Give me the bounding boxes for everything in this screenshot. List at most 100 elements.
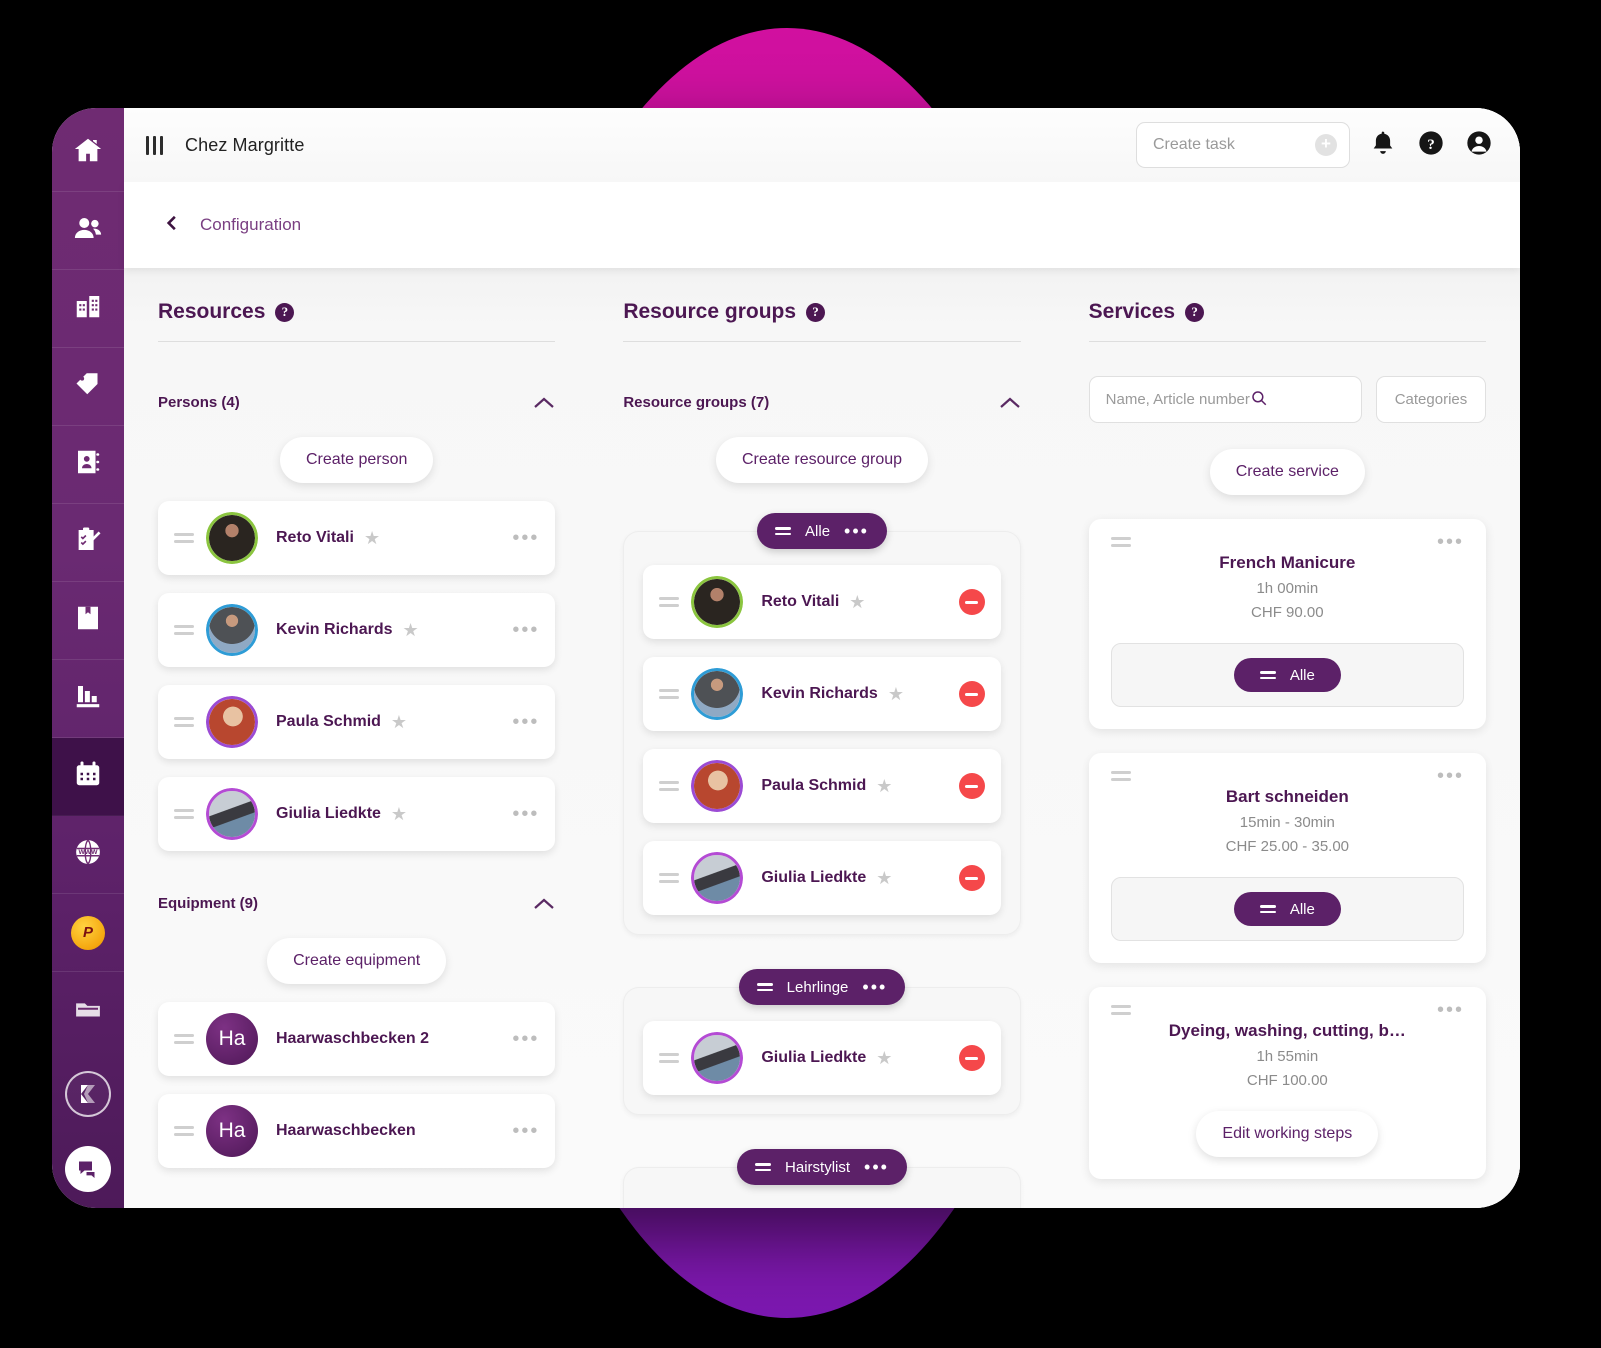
create-service-button[interactable]: Create service (1209, 449, 1365, 495)
service-group-slot[interactable]: Alle (1110, 643, 1464, 707)
service-group-slot[interactable]: Alle (1110, 877, 1464, 941)
help-button[interactable]: ? (1416, 130, 1446, 160)
more-horizontal-icon[interactable]: ••• (1437, 1000, 1464, 1020)
question-circle-icon[interactable]: ? (1185, 302, 1205, 322)
list-item[interactable]: Ha Haarwaschbecken ••• (158, 1094, 556, 1168)
group-tag[interactable]: Alle ••• (757, 513, 887, 549)
drag-handle-icon[interactable] (174, 717, 194, 727)
chevron-up-icon[interactable] (533, 396, 555, 410)
sidebar-item-pos[interactable]: P (52, 894, 124, 972)
drag-handle-icon[interactable] (1110, 537, 1131, 547)
drag-handle-icon[interactable] (755, 1163, 772, 1171)
breadcrumb[interactable]: Configuration (200, 215, 301, 235)
account-button[interactable] (1464, 130, 1494, 160)
star-icon[interactable]: ★ (876, 1049, 892, 1067)
list-item[interactable]: Paula Schmid ★ ••• (158, 685, 556, 759)
more-horizontal-icon[interactable]: ••• (844, 522, 869, 540)
hamburger-icon[interactable] (146, 135, 163, 155)
chevron-up-icon[interactable] (533, 897, 555, 911)
plus-circle-icon[interactable]: + (1315, 134, 1337, 156)
star-icon[interactable]: ★ (849, 593, 865, 611)
drag-handle-icon[interactable] (174, 533, 194, 543)
more-horizontal-icon[interactable]: ••• (512, 712, 539, 732)
notifications-button[interactable] (1368, 130, 1398, 160)
group-chip[interactable]: Alle (1233, 658, 1341, 692)
sidebar-item-website[interactable]: WWW (52, 816, 124, 894)
star-icon[interactable]: ★ (888, 685, 904, 703)
sidebar-item-home[interactable] (52, 114, 124, 192)
drag-handle-icon[interactable] (756, 983, 773, 991)
create-person-button[interactable]: Create person (279, 437, 434, 483)
drag-handle-icon[interactable] (1259, 905, 1276, 913)
star-icon[interactable]: ★ (391, 713, 407, 731)
edit-working-steps-button[interactable]: Edit working steps (1196, 1111, 1379, 1157)
drag-handle-icon[interactable] (1110, 771, 1131, 781)
sidebar-item-calendar[interactable] (52, 738, 124, 816)
sidebar-item-archive[interactable] (52, 972, 124, 1050)
drag-handle-icon[interactable] (174, 625, 194, 635)
search-input[interactable]: Name, Article number (1088, 376, 1362, 423)
sidebar-item-contacts[interactable] (52, 426, 124, 504)
question-circle-icon[interactable]: ? (275, 302, 295, 322)
sidebar-logo[interactable] (52, 1058, 124, 1130)
group-tag[interactable]: Hairstylist ••• (737, 1149, 907, 1185)
star-icon[interactable]: ★ (391, 805, 407, 823)
sidebar-chat[interactable] (52, 1130, 124, 1208)
more-horizontal-icon[interactable]: ••• (512, 1121, 539, 1141)
star-icon[interactable]: ★ (876, 869, 892, 887)
drag-handle-icon[interactable] (1259, 671, 1276, 679)
drag-handle-icon[interactable] (659, 781, 680, 791)
sidebar-item-reports[interactable] (52, 660, 124, 738)
remove-circle-icon[interactable] (958, 773, 985, 799)
group-tag[interactable]: Lehrlinge ••• (738, 969, 906, 1005)
list-item[interactable]: Reto Vitali ★ ••• (158, 501, 556, 575)
list-item[interactable]: Ha Haarwaschbecken 2 ••• (158, 1002, 556, 1076)
table-row[interactable]: Kevin Richards ★ (643, 657, 1001, 731)
categories-dropdown[interactable]: Categories (1375, 376, 1486, 423)
more-horizontal-icon[interactable]: ••• (1437, 532, 1464, 552)
more-horizontal-icon[interactable]: ••• (864, 1158, 889, 1176)
question-circle-icon[interactable]: ? (806, 302, 826, 322)
drag-handle-icon[interactable] (174, 809, 194, 819)
create-task-input[interactable]: Create task + (1136, 122, 1350, 168)
sidebar-item-customers[interactable] (52, 192, 124, 270)
more-horizontal-icon[interactable]: ••• (512, 528, 539, 548)
drag-handle-icon[interactable] (775, 527, 792, 535)
drag-handle-icon[interactable] (1110, 1005, 1131, 1015)
service-card[interactable]: ••• Dyeing, washing, cutting, b… 1h 55mi… (1088, 987, 1486, 1179)
group-chip[interactable]: Alle (1233, 892, 1341, 926)
star-icon[interactable]: ★ (402, 621, 418, 639)
service-card[interactable]: ••• French Manicure 1h 00min CHF 90.00 A… (1088, 519, 1486, 729)
remove-circle-icon[interactable] (958, 1045, 985, 1071)
more-horizontal-icon[interactable]: ••• (1437, 766, 1464, 786)
section-header-resource-groups[interactable]: Resource groups (7) (623, 394, 1020, 411)
drag-handle-icon[interactable] (659, 1053, 680, 1063)
service-card[interactable]: ••• Bart schneiden 15min - 30min CHF 25.… (1088, 753, 1486, 963)
drag-handle-icon[interactable] (659, 689, 680, 699)
sidebar-item-company[interactable] (52, 270, 124, 348)
list-item[interactable]: Giulia Liedkte ★ ••• (158, 777, 556, 851)
list-item[interactable]: Kevin Richards ★ ••• (158, 593, 556, 667)
create-equipment-button[interactable]: Create equipment (267, 938, 447, 984)
more-horizontal-icon[interactable]: ••• (512, 620, 539, 640)
table-row[interactable]: Paula Schmid ★ (643, 749, 1001, 823)
sidebar-item-tasks[interactable] (52, 504, 124, 582)
drag-handle-icon[interactable] (659, 597, 680, 607)
chevron-up-icon[interactable] (999, 396, 1021, 410)
remove-circle-icon[interactable] (958, 865, 985, 891)
sidebar-item-products[interactable] (52, 348, 124, 426)
more-horizontal-icon[interactable]: ••• (862, 978, 887, 996)
drag-handle-icon[interactable] (174, 1034, 194, 1044)
sidebar-item-catalog[interactable] (52, 582, 124, 660)
section-header-persons[interactable]: Persons (4) (158, 394, 555, 411)
star-icon[interactable]: ★ (364, 529, 380, 547)
drag-handle-icon[interactable] (659, 873, 680, 883)
remove-circle-icon[interactable] (958, 589, 985, 615)
drag-handle-icon[interactable] (174, 1126, 194, 1136)
table-row[interactable]: Giulia Liedkte ★ (643, 841, 1001, 915)
table-row[interactable]: Giulia Liedkte ★ (643, 1021, 1001, 1095)
section-header-equipment[interactable]: Equipment (9) (158, 895, 555, 912)
back-button[interactable] (154, 208, 188, 242)
more-horizontal-icon[interactable]: ••• (512, 804, 539, 824)
star-icon[interactable]: ★ (876, 777, 892, 795)
